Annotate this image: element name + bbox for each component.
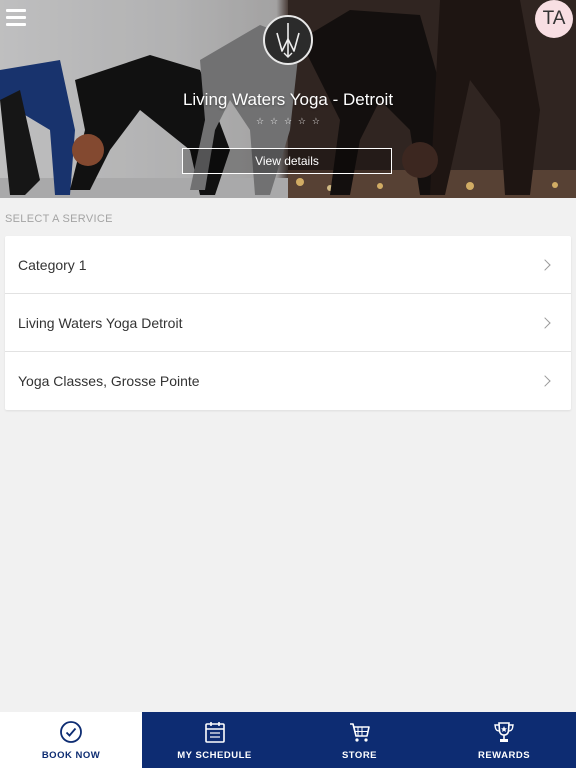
avatar-initials: TA xyxy=(542,8,566,29)
rating-stars: ☆ ☆ ☆ ☆ ☆ xyxy=(256,116,320,127)
calendar-icon xyxy=(204,722,225,743)
service-item-yoga-classes-grosse-pointe[interactable]: Yoga Classes, Grosse Pointe xyxy=(5,352,571,410)
tab-label: REWARDS xyxy=(477,750,531,761)
cart-icon xyxy=(349,723,370,742)
service-item-category-1[interactable]: Category 1 xyxy=(5,236,571,294)
tab-label: STORE xyxy=(341,750,378,761)
chevron-right-icon xyxy=(539,375,551,387)
section-label: SELECT A SERVICE xyxy=(5,213,113,225)
chevron-right-icon xyxy=(539,258,551,271)
star-icon: ☆ xyxy=(297,116,306,126)
star-icon: ☆ xyxy=(311,116,320,126)
tab-book-now[interactable]: BOOK NOW xyxy=(0,712,142,768)
menu-icon[interactable] xyxy=(6,9,26,26)
star-icon: ☆ xyxy=(256,116,265,126)
tab-my-schedule[interactable]: MY SCHEDULE xyxy=(142,712,287,768)
studio-header: TA Living Waters Yoga - Detroit ☆ ☆ ☆ ☆ … xyxy=(0,0,576,198)
star-icon: ☆ xyxy=(283,116,293,126)
bottom-tab-bar: BOOK NOW MY SCHEDULE STORE REWARDS xyxy=(0,712,576,768)
tab-label: BOOK NOW xyxy=(41,750,101,761)
tab-store[interactable]: STORE xyxy=(287,712,432,768)
tab-label: MY SCHEDULE xyxy=(177,750,252,761)
check-circle-icon xyxy=(60,721,82,743)
star-icon: ☆ xyxy=(269,116,279,126)
service-item-label: Yoga Classes, Grosse Pointe xyxy=(18,373,200,389)
service-list: Category 1 Living Waters Yoga Detroit Yo… xyxy=(5,236,571,410)
chevron-right-icon xyxy=(539,316,551,329)
tab-rewards[interactable]: REWARDS xyxy=(432,712,576,768)
view-details-button[interactable]: View details xyxy=(182,148,392,174)
trophy-icon xyxy=(494,722,514,742)
yoga-logo-icon xyxy=(263,15,313,65)
avatar[interactable]: TA xyxy=(535,0,573,38)
service-item-label: Category 1 xyxy=(18,256,87,273)
service-item-living-waters-yoga-detroit[interactable]: Living Waters Yoga Detroit xyxy=(5,294,571,352)
service-item-label: Living Waters Yoga Detroit xyxy=(18,314,183,331)
studio-name: Living Waters Yoga - Detroit xyxy=(182,90,394,109)
